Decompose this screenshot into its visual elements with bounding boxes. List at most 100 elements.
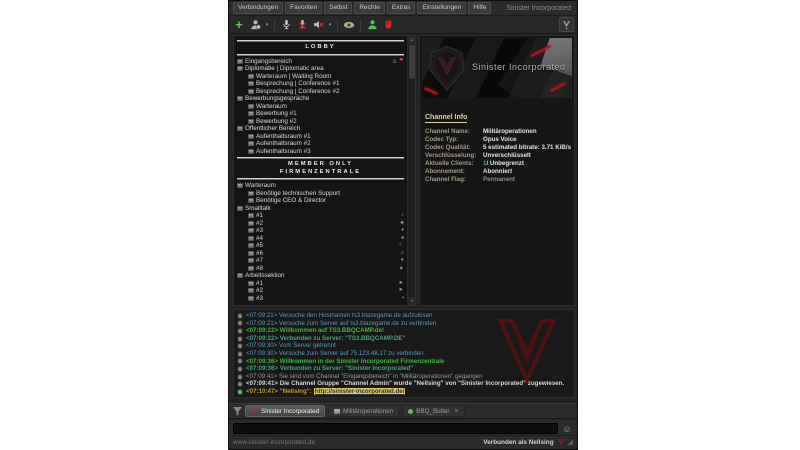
toolbar-separator bbox=[360, 19, 361, 31]
channel-row[interactable]: Benötige CEO & Director bbox=[235, 197, 406, 205]
tree-scrollbar[interactable]: ▲ ▼ bbox=[407, 36, 415, 305]
channel-row[interactable]: Arbeitssektion bbox=[235, 272, 406, 280]
spacer-firmenzentrale[interactable]: FIRMENZENTRALE bbox=[235, 169, 406, 177]
channel-icon bbox=[248, 134, 254, 139]
chat-timestamp: <07:09:21> bbox=[246, 312, 277, 319]
mute-microphone-button[interactable] bbox=[295, 18, 309, 32]
channel-info-rows: Channel Name: Militäroperationen Codec T… bbox=[425, 128, 570, 184]
away-status-button[interactable] bbox=[248, 18, 262, 32]
channel-badge-icon: ▪ bbox=[402, 295, 404, 303]
channel-row[interactable]: Besprechung | Conference #2 bbox=[235, 88, 406, 96]
menu-item-favoriten[interactable]: Favoriten bbox=[285, 2, 322, 15]
info-value: Unverschlüsselt bbox=[483, 152, 531, 160]
channel-row[interactable]: Aufenthaltsraum #3 bbox=[235, 148, 406, 156]
spacer-rule bbox=[237, 157, 404, 159]
channel-row[interactable]: #8 ▲ bbox=[235, 265, 406, 273]
channel-row[interactable]: Eingangsbereich ⌂ ⚑ bbox=[235, 58, 406, 66]
channel-row[interactable]: Aufenthaltsraum #1 bbox=[235, 133, 406, 141]
channel-icon bbox=[248, 258, 254, 263]
channel-row[interactable]: #3 ▪ bbox=[235, 295, 406, 303]
speaker-muted-icon bbox=[313, 19, 324, 30]
contacts-button[interactable] bbox=[365, 18, 379, 32]
mute-speakers-button[interactable] bbox=[311, 18, 325, 32]
filter-funnel-icon[interactable] bbox=[233, 407, 242, 416]
subscribe-all-button[interactable] bbox=[342, 18, 356, 32]
tab-server-sinister-incorporated[interactable]: Sinister Incorporated bbox=[245, 405, 325, 417]
tab-channel-militaeroperationen[interactable]: Militäroperationen bbox=[328, 405, 399, 417]
spacer-member-only[interactable]: MEMBER ONLY bbox=[235, 161, 406, 169]
tab-client-bbq-butler[interactable]: BBQ_Butler × bbox=[402, 405, 464, 417]
channel-row[interactable]: #3 ♦ bbox=[235, 227, 406, 235]
info-label: Channel Name: bbox=[425, 128, 483, 136]
server-website-link[interactable]: www.sinister-incorporated.de bbox=[233, 439, 315, 446]
menu-item-extras[interactable]: Extras bbox=[387, 2, 415, 15]
channel-label: Öffentlicher Bereich bbox=[245, 125, 300, 133]
capture-profile-button[interactable] bbox=[279, 18, 293, 32]
resize-grip[interactable]: ◢ bbox=[568, 439, 573, 446]
channel-row[interactable]: Bewerbung #1 bbox=[235, 110, 406, 118]
info-bullet-icon: i bbox=[237, 343, 243, 349]
channel-row[interactable]: #2 ♣ bbox=[235, 220, 406, 228]
channel-row[interactable]: Warteraum bbox=[235, 182, 406, 190]
spacer-lobby[interactable]: LOBBY bbox=[235, 44, 406, 52]
banner-title: Sinister Incorporated bbox=[472, 62, 566, 72]
channel-icon bbox=[248, 81, 254, 86]
info-bullet-icon: i bbox=[237, 366, 243, 372]
channel-row[interactable]: #1 ► bbox=[235, 280, 406, 288]
info-bullet-icon: i bbox=[237, 381, 243, 387]
channel-row[interactable]: Besprechung | Conference #1 bbox=[235, 80, 406, 88]
channel-row[interactable]: Warteraum bbox=[235, 103, 406, 111]
info-bullet-icon: i bbox=[237, 351, 243, 357]
channel-row[interactable]: #2 ► bbox=[235, 287, 406, 295]
channel-row[interactable]: Warteraum | Waiting Room bbox=[235, 73, 406, 81]
channel-row[interactable]: #1 ♪ bbox=[235, 212, 406, 220]
info-label: Channel Flag: bbox=[425, 176, 483, 184]
channel-label: Benötige technischen Support bbox=[256, 190, 340, 198]
channel-row[interactable]: Smalltalk bbox=[235, 205, 406, 213]
scroll-down-icon[interactable]: ▼ bbox=[408, 297, 416, 305]
chat-message: Sie sind vom Channel "Eingangsbereich" i… bbox=[279, 373, 482, 380]
channel-label: Warteraum bbox=[256, 103, 287, 111]
channel-tree: LOBBY Eingangsbereich ⌂ ⚑ bbox=[233, 35, 416, 306]
menu-item-verbindungen[interactable]: Verbindungen bbox=[233, 2, 283, 15]
scroll-up-icon[interactable]: ▲ bbox=[408, 36, 416, 44]
info-value: Opus Voice bbox=[483, 136, 517, 144]
chat-timestamp: <07:09:36> bbox=[246, 358, 278, 365]
info-label: Abonnement: bbox=[425, 168, 483, 176]
sinister-logo-icon bbox=[562, 20, 571, 30]
channel-badge-icon: ♣ bbox=[400, 220, 404, 228]
server-banner[interactable]: Sinister Incorporated bbox=[422, 38, 572, 98]
do-not-disturb-button[interactable] bbox=[381, 18, 395, 32]
menu-item-einstellungen[interactable]: Einstellungen bbox=[417, 2, 466, 15]
channel-row[interactable]: #6 ♫ bbox=[235, 250, 406, 258]
channel-row[interactable]: Diplomatie | Diplomatic area bbox=[235, 65, 406, 73]
info-value: Abonniert bbox=[483, 168, 512, 176]
away-dropdown-caret-icon[interactable]: ▾ bbox=[264, 22, 270, 28]
chat-input[interactable] bbox=[233, 423, 558, 434]
channel-list-top: Eingangsbereich ⌂ ⚑ Diplomatie | Diploma… bbox=[235, 58, 406, 156]
channel-label: Smalltalk bbox=[245, 205, 271, 213]
scroll-thumb[interactable] bbox=[409, 45, 415, 79]
chat-link[interactable]: http://sinister-incorporated.de/ bbox=[314, 388, 406, 395]
channel-row[interactable]: #7 ● bbox=[235, 257, 406, 265]
channel-row[interactable]: #4 ♠ bbox=[235, 235, 406, 243]
close-icon[interactable]: × bbox=[454, 408, 458, 415]
channel-row[interactable]: Benötige technischen Support bbox=[235, 190, 406, 198]
channel-row[interactable]: Bewerbung #2 bbox=[235, 118, 406, 126]
mute-dropdown-caret-icon[interactable]: ▾ bbox=[327, 22, 333, 28]
menu-item-rechte[interactable]: Rechte bbox=[354, 2, 385, 15]
server-logo-button[interactable] bbox=[559, 17, 574, 32]
channel-row[interactable]: #5 ☾ bbox=[235, 242, 406, 250]
channel-row[interactable]: Öffentlicher Bereich bbox=[235, 125, 406, 133]
menu-item-hilfe[interactable]: Hilfe bbox=[468, 2, 491, 15]
channel-row[interactable]: Bewerbungsgespräche bbox=[235, 95, 406, 103]
microphone-muted-icon bbox=[297, 19, 308, 30]
menu-item-selbst[interactable]: Selbst bbox=[324, 2, 352, 15]
channel-icon bbox=[237, 126, 243, 131]
info-bullet-icon: i bbox=[237, 358, 243, 364]
channel-row[interactable]: Aufenthaltsraum #2 bbox=[235, 140, 406, 148]
channel-icon bbox=[248, 141, 254, 146]
emoticon-button[interactable]: ☺ bbox=[561, 423, 573, 435]
spacer-rule bbox=[237, 40, 404, 42]
add-bookmark-button[interactable]: + bbox=[232, 18, 246, 32]
